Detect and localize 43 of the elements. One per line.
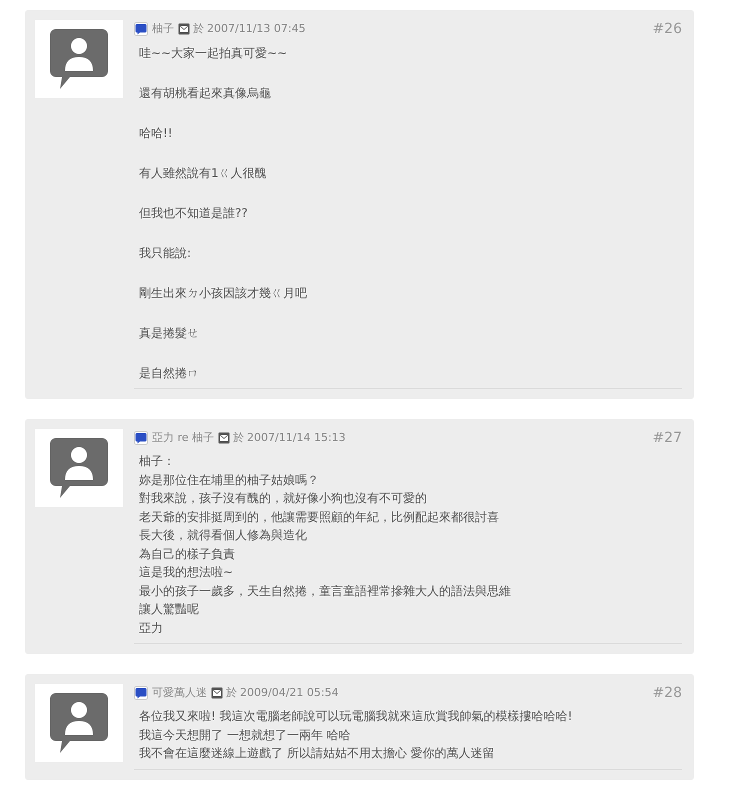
post-text-line: 真是捲髮ㄝ [139,325,200,342]
post-text-line: 柚子： [139,453,176,470]
post-date: 2009/04/21 05:54 [240,684,339,701]
post-number: #26 [652,20,682,38]
speech-bubble-icon [134,686,148,700]
envelope-icon[interactable] [218,432,230,444]
post-number: #28 [652,684,682,702]
post-text-line: 我不會在這麼迷線上遊戲了 所以請姑姑不用太擔心 愛你的萬人迷留 [139,745,496,762]
post-text-line: 為自己的樣子負責 [139,546,236,562]
post-text-line: 剛生出來ㄉ小孩因該才幾ㄍ月吧 [139,285,308,302]
post-text-line: 對我來說，孩子沒有醜的，就好像小狗也沒有不可愛的 [139,490,428,507]
post-text-line: 妳是那位住在埔里的柚子姑娘嗎？ [139,472,320,488]
post-date: 2007/11/13 07:45 [207,20,306,37]
user-silhouette-icon [48,27,110,91]
post-text-line: 還有胡桃看起來真像烏龜 [139,85,272,102]
author-name[interactable]: 柚子 [152,20,174,38]
post-text-line: 有人雖然說有1ㄍ人很醜 [139,165,268,182]
envelope-icon[interactable] [178,23,190,35]
post-number: #27 [652,428,682,448]
post-text-line: 這是我的想法啦~ [139,564,234,581]
post-text-line: 是自然捲ㄇ [139,365,200,382]
post-text-line: 我只能說: [139,245,192,262]
post-text-line: 最小的孩子一歲多，天生自然捲，童言童語裡常摻雜大人的語法與思維 [139,582,512,600]
author-name[interactable]: 可愛萬人迷 [152,684,207,702]
post-text-line: 讓人驚豔呢 [139,601,200,618]
author-name[interactable]: 亞力 re 柚子 [152,430,214,446]
user-silhouette-icon [48,691,110,755]
on-label: 於 [226,684,237,701]
speech-bubble-icon [134,22,148,36]
on-label: 於 [193,20,204,37]
post-text-line: 哇~~大家一起拍真可愛~~ [139,45,288,62]
post-text-line: 但我也不知道是誰?? [139,205,249,222]
post-text-line: 老天爺的安排挺周到的，他讓需要照顧的年紀，比例配起來都很討喜 [139,508,500,526]
post-text-line: 我這今天想開了 一想就想了一兩年 哈哈 [139,726,352,744]
post-text-line: 長大後，就得看個人修為與造化 [139,527,308,544]
post-text-line: 哈哈!! [139,125,174,142]
on-label: 於 [233,430,244,446]
post-text-line: 各位我又來啦! 我這次電腦老師說可以玩電腦我就來這欣賞我帥氣的模樣摟哈哈哈! [139,708,574,725]
post-date: 2007/11/14 15:13 [247,430,346,446]
post-text-line: 亞力 [139,620,164,636]
speech-bubble-icon [134,431,148,445]
envelope-icon[interactable] [211,687,223,699]
user-silhouette-icon [48,436,110,500]
